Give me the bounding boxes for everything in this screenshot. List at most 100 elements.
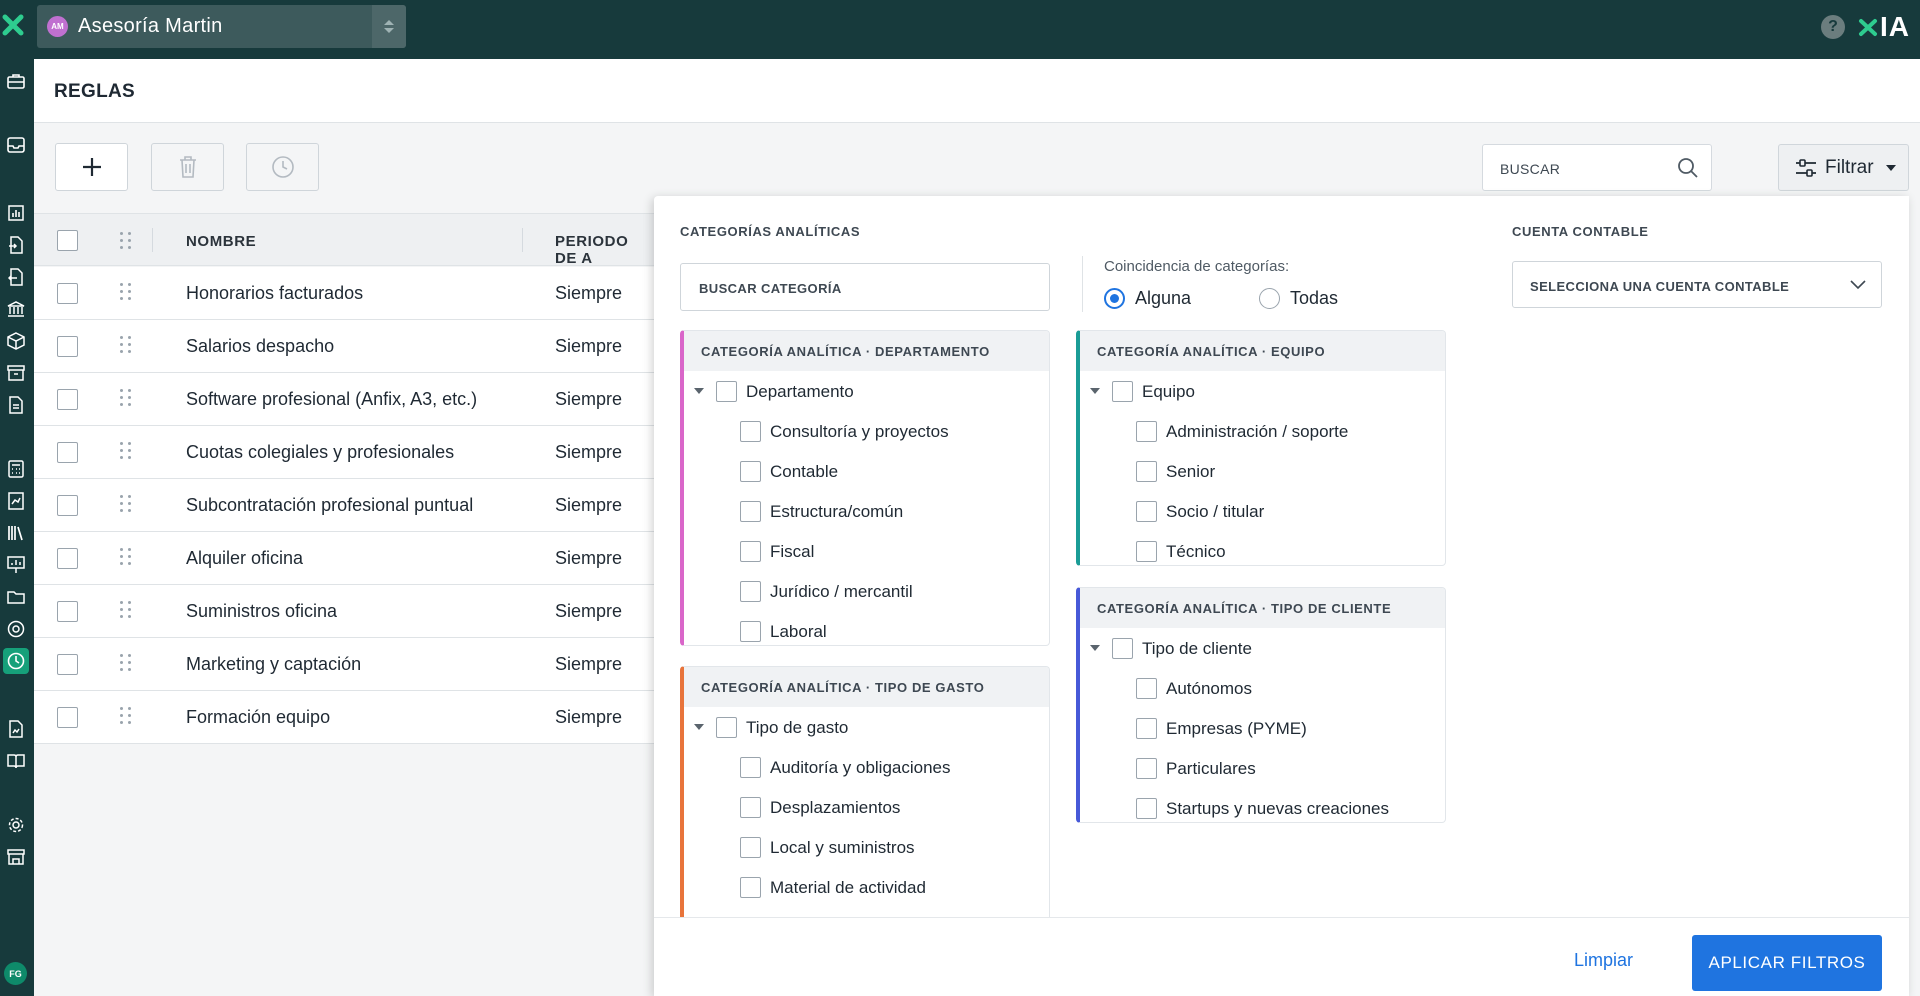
filter-button[interactable]: Filtrar [1778,144,1909,191]
briefcase-icon[interactable] [5,70,27,92]
category-checkbox[interactable] [740,757,761,778]
category-item-row[interactable]: Empresas (PYME) [1080,708,1445,748]
category-item-row[interactable]: Auditoría y obligaciones [684,747,1049,787]
category-checkbox[interactable] [740,421,761,442]
table-row[interactable]: Software profesional (Anfix, A3, etc.) Si… [34,373,654,426]
row-checkbox[interactable] [57,495,78,516]
drag-handle-icon[interactable] [120,283,132,301]
store-icon[interactable] [5,846,27,868]
chart-icon[interactable] [5,202,27,224]
category-checkbox[interactable] [1112,381,1133,402]
drag-handle-icon[interactable] [120,495,132,513]
category-item-row[interactable]: Técnico [1080,531,1445,565]
ia-assistant-button[interactable]: IA [1858,11,1910,42]
archive-icon[interactable] [5,362,27,384]
category-item-row[interactable]: Local y suministros [684,827,1049,867]
clock-icon[interactable] [3,648,29,674]
category-search-input[interactable]: BUSCAR CATEGORÍA [680,263,1050,311]
documents-out-icon[interactable] [5,266,27,288]
table-row[interactable]: Subcontratación profesional puntual Siemp… [34,479,654,532]
category-checkbox[interactable] [1136,421,1157,442]
user-avatar[interactable]: FG [4,962,27,985]
category-checkbox[interactable] [740,581,761,602]
category-item-row[interactable]: Contable [684,451,1049,491]
company-selector-arrows-icon[interactable] [372,5,406,48]
expand-arrow-icon[interactable] [694,388,704,394]
category-parent-row[interactable]: Tipo de gasto [684,707,1049,747]
column-header-periodo[interactable]: PERIODO DE A [555,233,654,267]
file-chart-icon[interactable] [5,718,27,740]
category-item-row[interactable]: Laboral [684,611,1049,645]
books-icon[interactable] [5,522,27,544]
category-checkbox[interactable] [1136,461,1157,482]
category-item-row[interactable]: Fiscal [684,531,1049,571]
category-checkbox[interactable] [716,717,737,738]
category-checkbox[interactable] [716,381,737,402]
search-input[interactable]: BUSCAR [1482,144,1712,191]
expand-arrow-icon[interactable] [1090,645,1100,651]
category-item-row[interactable]: Autónomos [1080,668,1445,708]
category-checkbox[interactable] [1136,758,1157,779]
row-checkbox[interactable] [57,654,78,675]
match-option-alguna[interactable]: Alguna [1104,288,1191,309]
category-checkbox[interactable] [1136,501,1157,522]
folder-icon[interactable] [5,586,27,608]
gear-icon[interactable] [5,814,27,836]
account-select[interactable]: SELECCIONA UNA CUENTA CONTABLE [1512,261,1882,308]
category-checkbox[interactable] [740,461,761,482]
category-checkbox[interactable] [740,621,761,642]
report-icon[interactable] [5,490,27,512]
table-row[interactable]: Alquiler oficina Siempre [34,532,654,585]
table-row[interactable]: Formación equipo Siempre [34,691,654,744]
table-row[interactable]: Salarios despacho Siempre [34,320,654,373]
row-checkbox[interactable] [57,389,78,410]
apply-filters-button[interactable]: APLICAR FILTROS [1692,935,1882,991]
table-row[interactable]: Cuotas colegiales y profesionales Siempre [34,426,654,479]
drag-handle-icon[interactable] [120,389,132,407]
file-icon[interactable] [5,394,27,416]
category-item-row[interactable]: Administración / soporte [1080,411,1445,451]
drag-handle-icon[interactable] [120,442,132,460]
delete-rule-button[interactable] [151,143,224,191]
category-checkbox[interactable] [1136,678,1157,699]
category-checkbox[interactable] [740,877,761,898]
category-checkbox[interactable] [740,541,761,562]
category-item-row[interactable]: Particulares [1080,748,1445,788]
category-parent-row[interactable]: Tipo de cliente [1080,628,1445,668]
row-checkbox[interactable] [57,548,78,569]
category-item-row[interactable]: Senior [1080,451,1445,491]
app-logo-icon[interactable] [2,14,24,36]
category-item-row[interactable]: Material de actividad [684,867,1049,907]
category-item-row[interactable]: Consultoría y proyectos [684,411,1049,451]
match-option-todas[interactable]: Todas [1259,288,1338,309]
table-row[interactable]: Honorarios facturados Siempre [34,267,654,320]
drag-handle-icon[interactable] [120,707,132,725]
category-checkbox[interactable] [740,837,761,858]
category-item-row[interactable]: Desplazamientos [684,787,1049,827]
category-item-row[interactable]: Socio / titular [1080,491,1445,531]
category-checkbox[interactable] [740,501,761,522]
bank-icon[interactable] [5,298,27,320]
documents-in-icon[interactable] [5,234,27,256]
drag-handle-icon[interactable] [120,336,132,354]
select-all-checkbox[interactable] [57,230,78,251]
drag-handle-icon[interactable] [120,654,132,672]
clear-filters-button[interactable]: Limpiar [1574,950,1633,971]
column-header-nombre[interactable]: NOMBRE [186,233,256,250]
category-parent-row[interactable]: Departamento [684,371,1049,411]
help-icon[interactable]: ? [1821,15,1845,39]
table-row[interactable]: Marketing y captación Siempre [34,638,654,691]
expand-arrow-icon[interactable] [694,724,704,730]
row-checkbox[interactable] [57,283,78,304]
category-checkbox[interactable] [1136,541,1157,562]
category-item-row[interactable]: Jurídico / mercantil [684,571,1049,611]
category-item-row[interactable]: Estructura/común [684,491,1049,531]
table-row[interactable]: Suministros oficina Siempre [34,585,654,638]
box-icon[interactable] [5,330,27,352]
drag-handle-icon[interactable] [120,548,132,566]
target-icon[interactable] [5,618,27,640]
category-item-row[interactable]: Startups y nuevas creaciones [1080,788,1445,822]
row-checkbox[interactable] [57,601,78,622]
expand-arrow-icon[interactable] [1090,388,1100,394]
history-button[interactable] [246,143,319,191]
